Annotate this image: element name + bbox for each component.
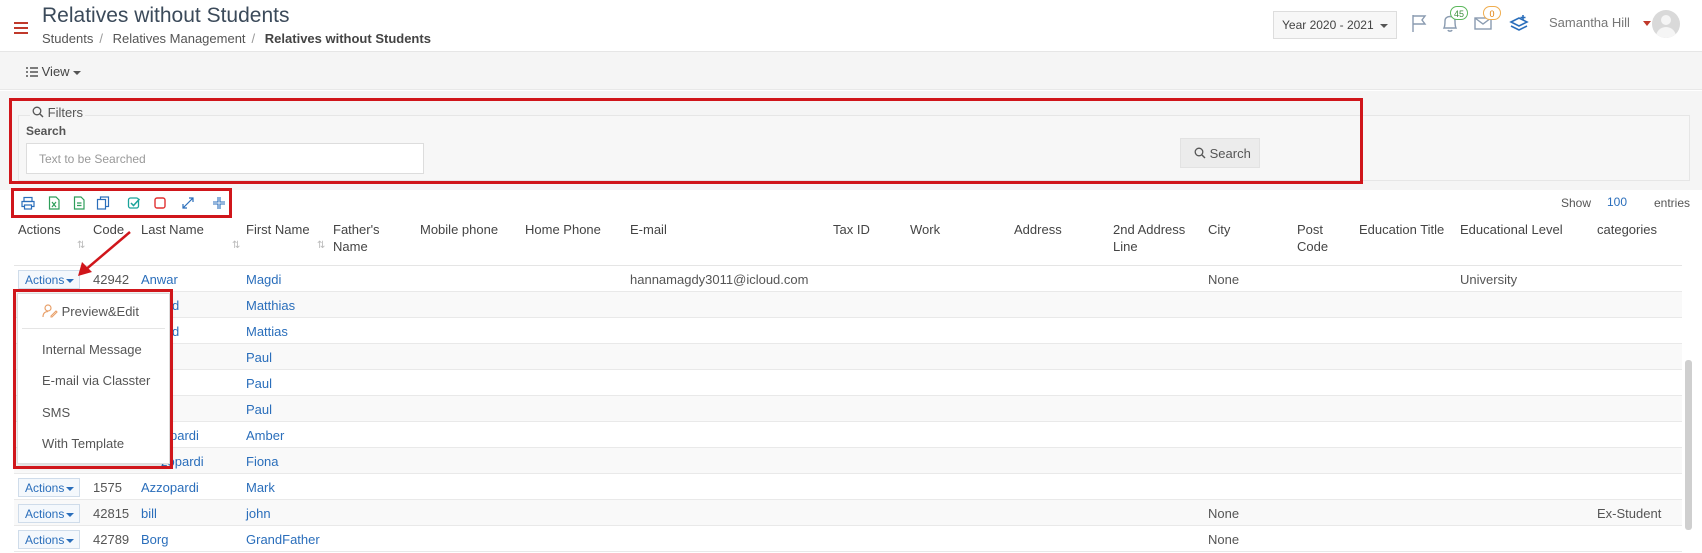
annotation-arrow: [78, 231, 131, 276]
scrollbar[interactable]: [1685, 360, 1692, 530]
